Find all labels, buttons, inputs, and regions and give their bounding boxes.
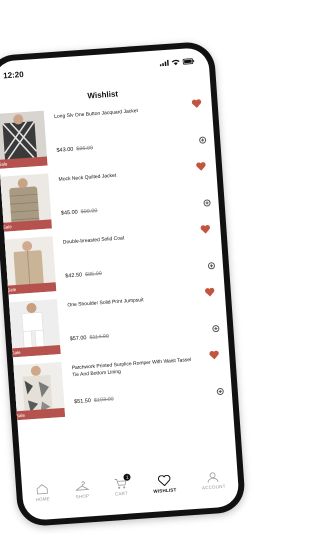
add-to-cart-icon[interactable]: [207, 262, 216, 270]
system-icons: [159, 58, 195, 67]
current-price: $43.00: [56, 146, 74, 154]
original-price: $86.00: [76, 145, 94, 153]
original-price: $114.00: [89, 333, 110, 341]
current-price: $51.50: [73, 398, 92, 406]
product-price-row: $57.00 $114.00: [70, 334, 110, 343]
heart-icon[interactable]: [209, 350, 220, 360]
product-image[interactable]: Sale: [9, 362, 66, 421]
product-price-row: $45.00 $90.00: [61, 208, 98, 217]
heart-icon[interactable]: [191, 99, 202, 109]
home-icon: [36, 484, 48, 495]
status-bar: 12:20: [0, 47, 210, 88]
tab-label-account: ACCOUNT: [201, 483, 226, 491]
status-time: 12:20: [2, 69, 24, 81]
product-image[interactable]: Sale: [0, 110, 48, 170]
tab-label-home: HOME: [35, 496, 51, 503]
product-image[interactable]: Sale: [5, 299, 61, 358]
heart-icon: [157, 474, 171, 487]
signal-icon: [159, 59, 169, 67]
tab-label-cart: CART: [114, 490, 129, 497]
add-to-cart-icon[interactable]: [216, 387, 224, 396]
product-name[interactable]: Double-breasted Solid Coat: [63, 231, 188, 247]
tab-label-wishlist: WISHLIST: [153, 487, 177, 494]
tab-cart[interactable]: 1 CART: [114, 473, 131, 497]
product-name[interactable]: Patchwork Printed Surplice Romper With W…: [72, 357, 198, 380]
battery-icon: [182, 58, 195, 65]
current-price: $57.00: [69, 335, 87, 343]
product-image[interactable]: Sale: [0, 236, 57, 295]
product-price-row: $51.50 $103.00: [74, 396, 114, 405]
tab-account[interactable]: ACCOUNT: [201, 471, 226, 491]
product-price-row: $43.00 $86.00: [56, 145, 93, 154]
tab-home[interactable]: HOME: [35, 483, 51, 503]
sale-badge: Sale: [0, 156, 48, 170]
app-screen: 12:20 Wishlist Sale Long Slv One Button …: [0, 47, 240, 521]
phone-frame: 12:20 Wishlist Sale Long Slv One Button …: [0, 40, 247, 528]
product-image[interactable]: Sale: [0, 173, 52, 232]
add-to-cart-icon[interactable]: [198, 136, 207, 144]
user-icon: [208, 472, 219, 483]
wifi-icon: [171, 59, 180, 66]
wishlist-list: Sale Long Slv One Button Jacquard Jacket…: [0, 99, 233, 428]
current-price: $42.50: [65, 272, 83, 280]
tab-shop[interactable]: SHOP: [74, 480, 89, 499]
hanger-icon: [74, 481, 90, 491]
original-price: $90.00: [80, 208, 98, 216]
product-name[interactable]: Long Slv One Button Jacquard Jacket: [54, 105, 179, 121]
product-price-row: $42.50 $85.00: [65, 271, 102, 280]
add-to-cart-icon[interactable]: [212, 324, 220, 333]
product-name[interactable]: Mock Neck Quilted Jacket: [58, 168, 183, 184]
tab-wishlist[interactable]: WISHLIST: [152, 474, 177, 494]
heart-icon[interactable]: [196, 161, 207, 171]
stage: 12:20 Wishlist Sale Long Slv One Button …: [0, 0, 300, 534]
original-price: $103.00: [93, 396, 114, 404]
product-name[interactable]: One Shoulder Solid Print Jumpsuit: [67, 294, 192, 310]
cart-count-badge: 1: [123, 473, 131, 481]
heart-icon[interactable]: [200, 224, 211, 234]
tab-label-shop: SHOP: [75, 493, 90, 500]
heart-icon[interactable]: [204, 287, 215, 297]
bottom-tab-bar: HOME SHOP 1 CART WISHLIST ACCOUNT: [21, 464, 239, 521]
current-price: $45.00: [60, 209, 78, 217]
add-to-cart-icon[interactable]: [203, 199, 211, 207]
original-price: $85.00: [84, 270, 103, 279]
